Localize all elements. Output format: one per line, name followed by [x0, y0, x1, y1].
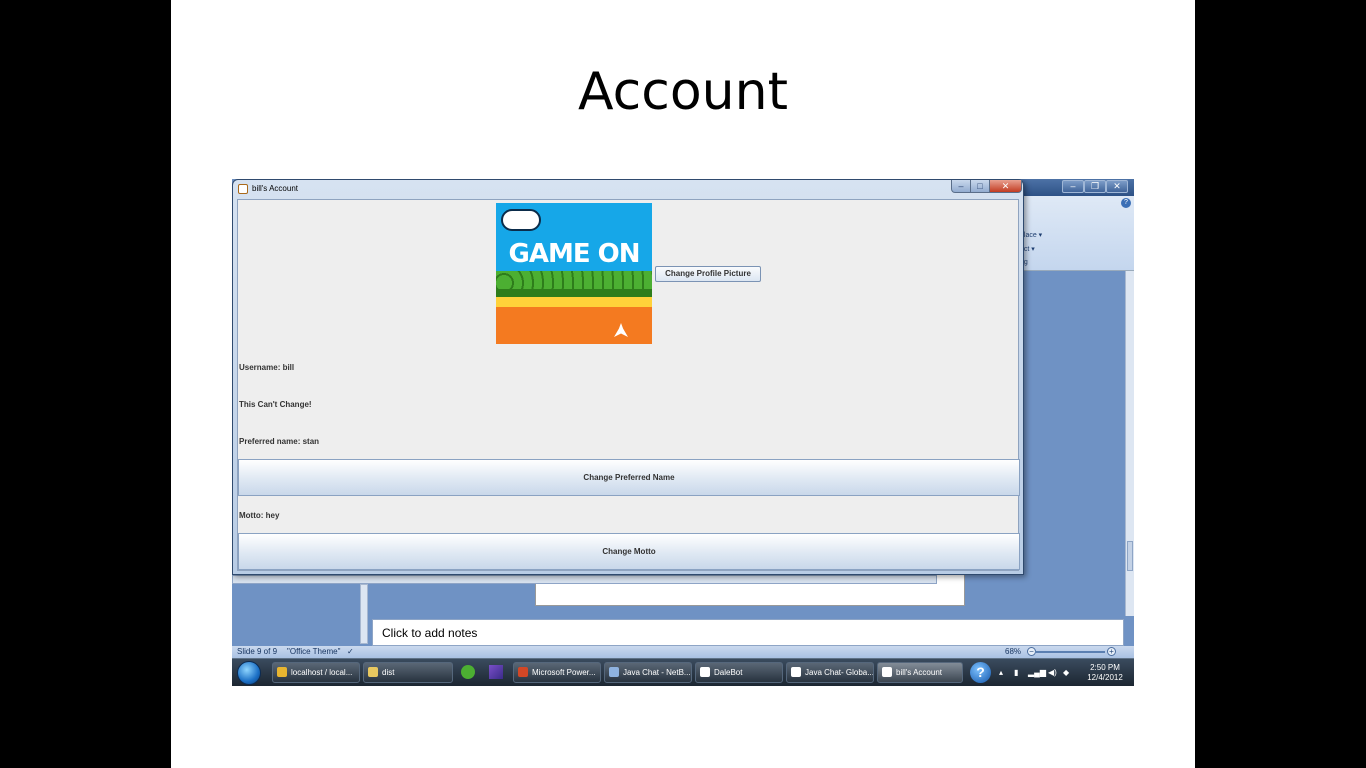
ppt-left-scrollbar[interactable] — [360, 584, 368, 644]
help-icon[interactable]: ? — [970, 662, 991, 683]
system-tray: ? ▴ ▮ ▂▄▆ ◀) ◆ 2:50 PM 12/4/2012 — [964, 662, 1134, 684]
notes-pane[interactable]: Click to add notes — [372, 619, 1124, 646]
ppt-ribbon: ? d place ▾ ect ▾ ng — [1012, 196, 1134, 271]
network-icon[interactable]: ▂▄▆ — [1028, 668, 1046, 677]
notes-placeholder: Click to add notes — [382, 626, 478, 640]
hills-shape — [496, 271, 652, 291]
clock-time: 2:50 PM — [1090, 663, 1120, 672]
embedded-screenshot: – ❐ ✕ ? d place ▾ ect ▾ ng Click to add … — [232, 179, 1134, 686]
start-button[interactable] — [237, 661, 261, 685]
zoom-in-button[interactable]: + — [1107, 647, 1116, 656]
java-icon — [238, 184, 248, 194]
pinned-app-icon[interactable] — [461, 665, 475, 679]
ppt-pane — [1012, 271, 1125, 621]
taskbar-item-active[interactable]: bill's Account — [877, 662, 963, 683]
dropbox-icon[interactable]: ◆ — [1063, 668, 1069, 677]
account-window: bill's Account – □ ✕ GAME ON Change Prof… — [232, 179, 1024, 575]
profile-picture: GAME ON — [496, 203, 652, 344]
maximize-button[interactable]: □ — [970, 180, 990, 193]
pinned-app-icon[interactable] — [489, 665, 503, 679]
java-icon — [882, 667, 892, 677]
ppt-status-bar: Slide 9 of 9 "Office Theme" ✓ 68% − + — [232, 646, 1134, 658]
spellcheck-icon[interactable]: ✓ — [347, 647, 354, 656]
netbeans-icon — [609, 667, 619, 677]
ppt-vertical-scrollbar[interactable] — [1125, 271, 1134, 616]
window-title: bill's Account — [252, 184, 298, 193]
theme-name: "Office Theme" — [287, 647, 341, 656]
screen: Account – ❐ ✕ ? d place ▾ ect ▾ ng Click… — [0, 0, 1366, 768]
clock-date: 12/4/2012 — [1087, 673, 1123, 682]
clock[interactable]: 2:50 PM 12/4/2012 — [1079, 663, 1131, 683]
slide-title: Account — [578, 62, 788, 122]
city-shape — [496, 307, 652, 344]
chrome-icon — [277, 667, 287, 677]
taskbar-item[interactable]: Microsoft Power... — [513, 662, 601, 683]
java-icon — [700, 667, 710, 677]
folder-icon — [368, 667, 378, 677]
scrollbar-thumb[interactable] — [1127, 541, 1133, 571]
powerpoint-icon — [518, 667, 528, 677]
minimize-button[interactable]: – — [951, 180, 971, 193]
taskbar-item[interactable]: Java Chat - NetB... — [604, 662, 692, 683]
window-content: GAME ON Change Profile Picture Username:… — [237, 199, 1020, 571]
ppt-window-edge — [232, 575, 937, 584]
volume-icon[interactable]: ◀) — [1048, 668, 1057, 677]
taskbar-item[interactable]: localhost / local... — [272, 662, 360, 683]
tray-icon[interactable]: ▮ — [1014, 668, 1018, 677]
slide-count: Slide 9 of 9 — [237, 647, 278, 656]
ppt-restore-button[interactable]: ❐ — [1084, 180, 1106, 193]
show-hidden-icons-icon[interactable]: ▴ — [999, 668, 1003, 677]
change-profile-picture-button[interactable]: Change Profile Picture — [655, 266, 761, 282]
change-motto-button[interactable]: Change Motto — [238, 533, 1020, 570]
grass-shape — [496, 289, 652, 297]
taskbar: localhost / local... dist Microsoft Powe… — [232, 658, 1134, 686]
change-preferred-name-button[interactable]: Change Preferred Name — [238, 459, 1020, 496]
close-button[interactable]: ✕ — [989, 180, 1022, 193]
motto-label: Motto: hey — [239, 511, 280, 520]
username-note: This Can't Change! — [239, 400, 312, 409]
ppt-close-button[interactable]: ✕ — [1106, 180, 1128, 193]
profile-image-text: GAME ON — [508, 239, 640, 269]
ppt-minimize-button[interactable]: – — [1062, 180, 1084, 193]
zoom-slider[interactable] — [1035, 651, 1105, 653]
window-titlebar[interactable]: bill's Account – □ ✕ — [233, 180, 1023, 198]
taskbar-item[interactable]: DaleBot — [695, 662, 783, 683]
cloud-shape — [501, 209, 541, 231]
slide: Account – ❐ ✕ ? d place ▾ ect ▾ ng Click… — [171, 0, 1195, 768]
taskbar-item[interactable]: dist — [363, 662, 453, 683]
java-icon — [791, 667, 801, 677]
zoom-control: 68% − + — [960, 647, 1130, 657]
taskbar-item[interactable]: Java Chat- Globa... — [786, 662, 874, 683]
zoom-level[interactable]: 68% — [1005, 647, 1021, 656]
help-icon[interactable]: ? — [1121, 198, 1131, 208]
username-label: Username: bill — [239, 363, 295, 372]
preferred-name-label: Preferred name: stan — [239, 437, 320, 446]
